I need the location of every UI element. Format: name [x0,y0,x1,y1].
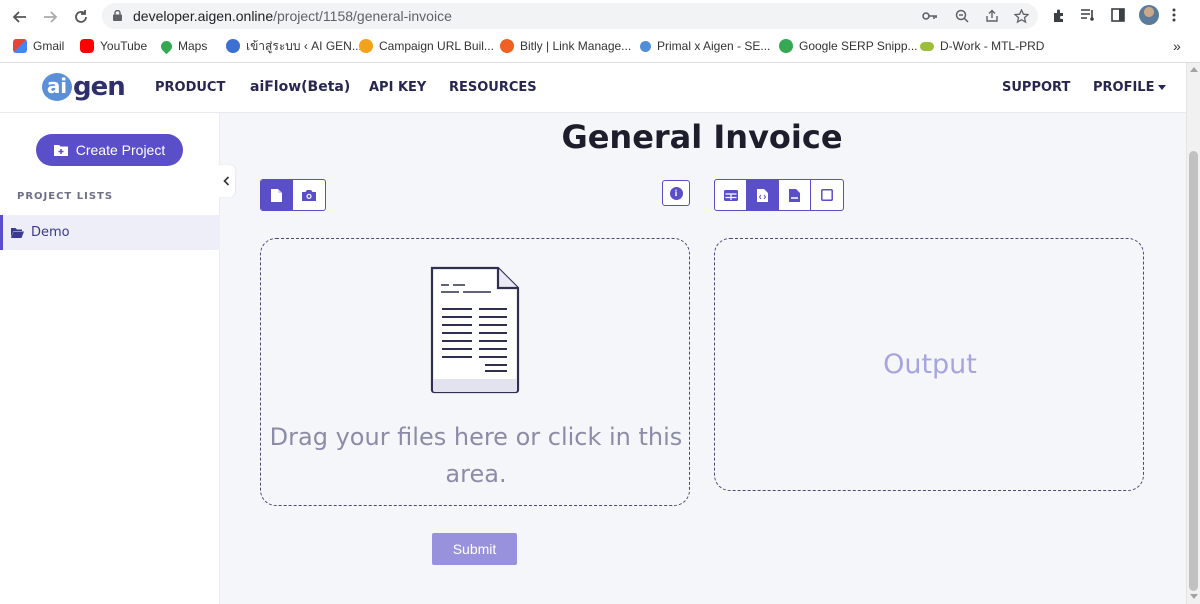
reload-icon[interactable] [70,6,92,28]
campaign-icon [359,39,373,53]
bookmark-label: D-Work - MTL-PRD [940,39,1045,53]
gmail-icon [13,39,27,53]
file-dropzone[interactable]: Drag your files here or click in this ar… [260,238,690,506]
aigen-logo[interactable]: ai gen [42,69,126,105]
bitly-icon [500,39,514,53]
nav-resources[interactable]: RESOURCES [449,80,537,95]
plain-view-button[interactable] [811,180,843,210]
bookmark-label: Campaign URL Buil... [379,39,494,53]
collapse-sidebar-button[interactable] [217,165,235,197]
create-project-button[interactable]: Create Project [36,134,183,166]
bookmark-gmail[interactable]: Gmail [13,37,64,55]
zoom-icon[interactable] [954,8,970,24]
key-icon[interactable] [922,8,938,24]
csv-view-button[interactable] [779,180,811,210]
profile-avatar[interactable] [1139,5,1159,25]
table-icon [723,189,738,201]
bookmark-label: Google SERP Snipp... [799,39,918,53]
page-title: General Invoice [561,118,843,156]
square-icon [821,189,833,201]
back-icon[interactable] [9,6,31,28]
nav-support[interactable]: SUPPORT [1002,80,1070,95]
url-text: developer.aigen.online/project/1158/gene… [133,8,452,24]
bookmark-label: Gmail [33,39,65,53]
output-placeholder: Output [883,349,977,380]
scroll-down-icon[interactable] [1190,594,1198,599]
project-item-demo[interactable]: Demo [0,215,220,250]
side-panel-icon[interactable] [1109,6,1127,24]
bookmark-label: Maps [178,39,208,53]
info-icon: i [669,186,683,200]
bookmark-youtube[interactable]: YouTube [80,37,147,55]
bookmark-label: Primal x Aigen - SE... [657,39,771,53]
serp-icon [779,39,793,53]
bookmark-primal[interactable]: Primal x Aigen - SE... [640,37,770,55]
table-view-button[interactable] [715,180,747,210]
submit-button[interactable]: Submit [432,533,517,565]
lock-icon [113,10,122,21]
logo-text: gen [73,72,126,102]
csv-file-icon [789,188,800,202]
primal-icon [640,40,651,52]
page-scrollbar[interactable] [1186,63,1200,604]
camera-mode-button[interactable] [293,180,325,210]
file-mode-button[interactable] [261,180,293,210]
youtube-icon [80,39,94,53]
chevron-left-icon [222,176,229,186]
kebab-menu-icon[interactable] [1165,6,1183,24]
nav-profile-label: PROFILE [1093,80,1155,95]
bookmark-label: Bitly | Link Manage... [520,39,632,53]
json-view-button[interactable] [747,180,779,210]
aigen-icon [226,39,240,53]
nav-api-key[interactable]: API KEY [369,80,426,95]
logo-mark: ai [42,73,72,101]
file-icon [271,188,282,202]
nav-aiflow[interactable]: aiFlow(Beta) [250,79,350,95]
bookmarks-bar: Gmail YouTube Maps เข้าสู่ระบบ ‹ AI GEN.… [0,35,1200,57]
dropzone-instruction: Drag your files here or click in this ar… [269,423,683,488]
output-format-toggle [714,179,844,211]
nav-profile[interactable]: PROFILE [1093,80,1167,95]
bookmark-maps[interactable]: Maps [158,37,208,55]
bookmark-label: YouTube [100,39,148,53]
project-item-label: Demo [31,225,70,240]
more-bookmarks[interactable]: » [1173,37,1181,55]
maps-icon [158,38,175,54]
folder-plus-icon [53,145,68,156]
forward-icon[interactable] [39,6,61,28]
input-mode-toggle [260,179,326,211]
reading-list-icon[interactable] [1079,6,1097,24]
app-header: ai gen PRODUCT aiFlow(Beta) API KEY RESOU… [0,63,1186,113]
bookmark-dwork[interactable]: D-Work - MTL-PRD [920,37,1044,55]
browser-chrome: developer.aigen.online/project/1158/gene… [0,0,1200,63]
scroll-up-icon[interactable] [1190,67,1198,72]
extensions-icon[interactable] [1050,6,1068,24]
code-file-icon [757,188,768,202]
dwork-icon [920,41,934,51]
info-button[interactable]: i [662,180,690,206]
bookmark-serp[interactable]: Google SERP Snipp... [779,37,918,55]
nav-product[interactable]: PRODUCT [155,80,225,95]
bookmark-campaign-url[interactable]: Campaign URL Buil... [359,37,494,55]
folder-open-icon [11,228,24,238]
output-panel: Output [714,238,1144,491]
caret-down-icon [1158,85,1167,90]
share-icon[interactable] [984,8,1000,24]
more-bookmarks-label: » [1173,38,1181,54]
scroll-thumb[interactable] [1189,151,1198,591]
star-icon[interactable] [1013,8,1029,24]
bookmark-aigen-login[interactable]: เข้าสู่ระบบ ‹ AI GEN... [226,37,362,55]
camera-icon [302,189,316,201]
address-bar[interactable]: developer.aigen.online/project/1158/gene… [102,3,1038,29]
sidebar: Create Project PROJECT LISTS Demo [0,113,220,604]
bookmark-bitly[interactable]: Bitly | Link Manage... [500,37,631,55]
document-icon [430,266,520,394]
create-project-label: Create Project [75,142,166,158]
project-lists-heading: PROJECT LISTS [17,191,114,202]
bookmark-label: เข้าสู่ระบบ ‹ AI GEN... [246,38,362,53]
